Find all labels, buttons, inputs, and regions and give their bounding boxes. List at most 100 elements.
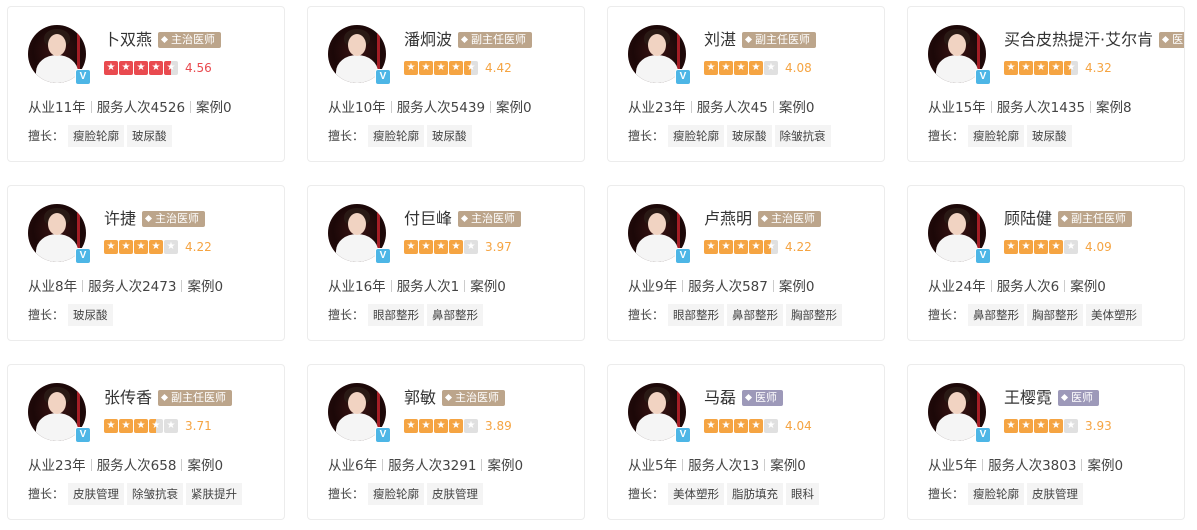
specialty-tag[interactable]: 美体塑形 — [1086, 304, 1143, 326]
specialty-label: 擅长： — [28, 308, 65, 322]
specialty-tag[interactable]: 脂肪填充 — [727, 483, 784, 505]
diamond-icon — [1060, 393, 1069, 402]
star-icon: ★ — [464, 61, 478, 75]
divider — [990, 101, 992, 113]
stat-item: 从业16年 — [328, 279, 386, 295]
doctor-name[interactable]: 买合皮热提汗·艾尔肯 — [1004, 30, 1153, 49]
rating-value: 4.09 — [1085, 240, 1112, 254]
specialty-tag[interactable]: 眼科 — [786, 483, 820, 505]
doctor-card[interactable]: V 付巨峰 主治医师 ★ ★ ★ ★ ★ 3.97 从业16年 服务人次1 案例0 擅长： 眼部整形 鼻部整… — [307, 185, 585, 341]
doctor-name[interactable]: 郭敏 — [404, 388, 436, 407]
star-icon: ★ — [434, 240, 448, 254]
doctor-card[interactable]: V 刘湛 副主任医师 ★ ★ ★ ★ ★ 4.08 从业23年 服务人次45 案例0 擅长： 瘦脸轮廓 玻尿… — [607, 6, 885, 162]
specialty-tag[interactable]: 眼部整形 — [368, 304, 425, 326]
rating-value: 3.89 — [485, 419, 512, 433]
doctor-name[interactable]: 卜双燕 — [104, 30, 152, 49]
specialty-tag[interactable]: 胸部整形 — [786, 304, 843, 326]
star-icon: ★ — [764, 419, 778, 433]
rating-stars: ★ ★ ★ ★ ★ 4.56 — [104, 61, 212, 75]
doctor-card[interactable]: V 潘炯波 副主任医师 ★ ★ ★ ★ ★ 4.42 从业10年 服务人次5439 案例0 擅长： 瘦脸轮… — [307, 6, 585, 162]
verified-icon: V — [975, 69, 991, 85]
diamond-icon — [744, 35, 753, 44]
stat-item: 案例8 — [1096, 100, 1132, 116]
specialty-tag[interactable]: 瘦脸轮廓 — [368, 483, 425, 505]
diamond-icon — [144, 214, 153, 223]
specialty-tag[interactable]: 美体塑形 — [668, 483, 725, 505]
doctor-card[interactable]: V 许捷 主治医师 ★ ★ ★ ★ ★ 4.22 从业8年 服务人次2473 案例0 擅长： 玻尿酸 — [7, 185, 285, 341]
specialty-tag[interactable]: 鼻部整形 — [968, 304, 1025, 326]
doctor-stats: 从业15年 服务人次1435 案例8 — [928, 96, 1132, 116]
doctor-card[interactable]: V 马磊 医师 ★ ★ ★ ★ ★ 4.04 从业5年 服务人次13 案例0 擅长： 美体塑形 脂肪填充 眼科 — [607, 364, 885, 520]
doctor-title: 主治医师 — [171, 33, 216, 46]
star-icon: ★ — [434, 61, 448, 75]
doctor-card[interactable]: V 张传香 副主任医师 ★ ★ ★ ★ ★ 3.71 从业23年 服务人次658 案例0 擅长： 皮肤管理… — [7, 364, 285, 520]
divider — [1081, 459, 1083, 471]
diamond-icon — [160, 393, 169, 402]
doctor-title-badge: 主治医师 — [758, 211, 822, 227]
doctor-title: 医 — [1172, 33, 1184, 46]
doctor-card[interactable]: V 郭敏 主治医师 ★ ★ ★ ★ ★ 3.89 从业6年 服务人次3291 案例0 擅长： 瘦脸轮廓 皮肤… — [307, 364, 585, 520]
star-icon: ★ — [749, 419, 763, 433]
specialty-tag[interactable]: 紧肤提升 — [186, 483, 243, 505]
specialty-tag[interactable]: 瘦脸轮廓 — [368, 125, 425, 147]
divider — [181, 459, 183, 471]
divider — [481, 459, 483, 471]
doctor-name[interactable]: 马磊 — [704, 388, 736, 407]
specialty-tag[interactable]: 鼻部整形 — [727, 304, 784, 326]
specialty-tag[interactable]: 瘦脸轮廓 — [668, 125, 725, 147]
specialty-tag[interactable]: 胸部整形 — [1027, 304, 1084, 326]
divider — [764, 459, 766, 471]
specialty-tags: 擅长： 美体塑形 脂肪填充 眼科 — [628, 483, 822, 505]
specialty-tag[interactable]: 玻尿酸 — [68, 304, 113, 326]
specialty-tag[interactable]: 眼部整形 — [668, 304, 725, 326]
specialty-tag[interactable]: 玻尿酸 — [127, 125, 172, 147]
specialty-tag[interactable]: 玻尿酸 — [1027, 125, 1072, 147]
doctor-card[interactable]: V 王樱霓 医师 ★ ★ ★ ★ ★ 3.93 从业5年 服务人次3803 案例0 擅长： 瘦脸轮廓 皮肤管… — [907, 364, 1185, 520]
specialty-tag[interactable]: 皮肤管理 — [427, 483, 484, 505]
rating-stars: ★ ★ ★ ★ ★ 3.71 — [104, 419, 212, 433]
star-icon: ★ — [119, 61, 133, 75]
rating-stars: ★ ★ ★ ★ ★ 4.32 — [1004, 61, 1112, 75]
doctor-name[interactable]: 许捷 — [104, 209, 136, 228]
specialty-tag[interactable]: 瘦脸轮廓 — [968, 125, 1025, 147]
star-icon: ★ — [404, 240, 418, 254]
specialty-label: 擅长： — [328, 487, 365, 501]
specialty-tag[interactable]: 瘦脸轮廓 — [68, 125, 125, 147]
doctor-title-badge: 副主任医师 — [458, 32, 533, 48]
stat-item: 案例0 — [487, 458, 524, 474]
specialty-tag[interactable]: 鼻部整形 — [427, 304, 484, 326]
stat-item: 从业11年 — [28, 100, 86, 116]
doctor-title-badge: 副主任医师 — [1058, 211, 1133, 227]
rating-value: 3.71 — [185, 419, 212, 433]
star-icon: ★ — [134, 61, 148, 75]
doctor-name[interactable]: 潘炯波 — [404, 30, 452, 49]
doctor-name[interactable]: 顾陆健 — [1004, 209, 1052, 228]
stat-item: 服务人次5439 — [396, 100, 486, 116]
star-icon: ★ — [1034, 419, 1048, 433]
specialty-tag[interactable]: 除皱抗衰 — [127, 483, 184, 505]
specialty-tag[interactable]: 皮肤管理 — [68, 483, 125, 505]
specialty-tag[interactable]: 瘦脸轮廓 — [968, 483, 1025, 505]
specialty-tag[interactable]: 皮肤管理 — [1027, 483, 1084, 505]
stat-item: 案例0 — [187, 279, 224, 295]
star-icon: ★ — [1049, 419, 1063, 433]
doctor-name[interactable]: 卢燕明 — [704, 209, 752, 228]
doctor-name[interactable]: 刘湛 — [704, 30, 736, 49]
doctor-name-row: 顾陆健 副主任医师 — [1004, 205, 1133, 229]
specialty-tag[interactable]: 玻尿酸 — [727, 125, 772, 147]
doctor-card[interactable]: V 卜双燕 主治医师 ★ ★ ★ ★ ★ 4.56 从业11年 服务人次4526 案例0 擅长： 瘦脸轮廓… — [7, 6, 285, 162]
specialty-tag[interactable]: 除皱抗衰 — [774, 125, 831, 147]
star-icon: ★ — [419, 61, 433, 75]
doctor-name-row: 买合皮热提汗·艾尔肯 医 — [1004, 26, 1184, 50]
specialty-tag[interactable]: 玻尿酸 — [427, 125, 472, 147]
doctor-name[interactable]: 付巨峰 — [404, 209, 452, 228]
stat-item: 案例0 — [470, 279, 506, 295]
doctor-card[interactable]: V 卢燕明 主治医师 ★ ★ ★ ★ ★ 4.22 从业9年 服务人次587 案例0 擅长： 眼部整形 鼻部… — [607, 185, 885, 341]
doctor-name[interactable]: 张传香 — [104, 388, 152, 407]
doctor-card[interactable]: V 顾陆健 副主任医师 ★ ★ ★ ★ ★ 4.09 从业24年 服务人次6 案例0 擅长： 鼻部整形 胸部… — [907, 185, 1185, 341]
doctor-name-row: 马磊 医师 — [704, 384, 784, 408]
doctor-name[interactable]: 王樱霓 — [1004, 388, 1052, 407]
doctor-card[interactable]: V 买合皮热提汗·艾尔肯医 ★ ★ ★ ★ ★ 4.32 从业15年 服务人次1435 案例8 擅长：… — [907, 6, 1185, 162]
doctor-stats: 从业23年 服务人次658 案例0 — [28, 454, 223, 474]
specialty-tags: 擅长： 眼部整形 鼻部整形 胸部整形 — [628, 304, 845, 326]
